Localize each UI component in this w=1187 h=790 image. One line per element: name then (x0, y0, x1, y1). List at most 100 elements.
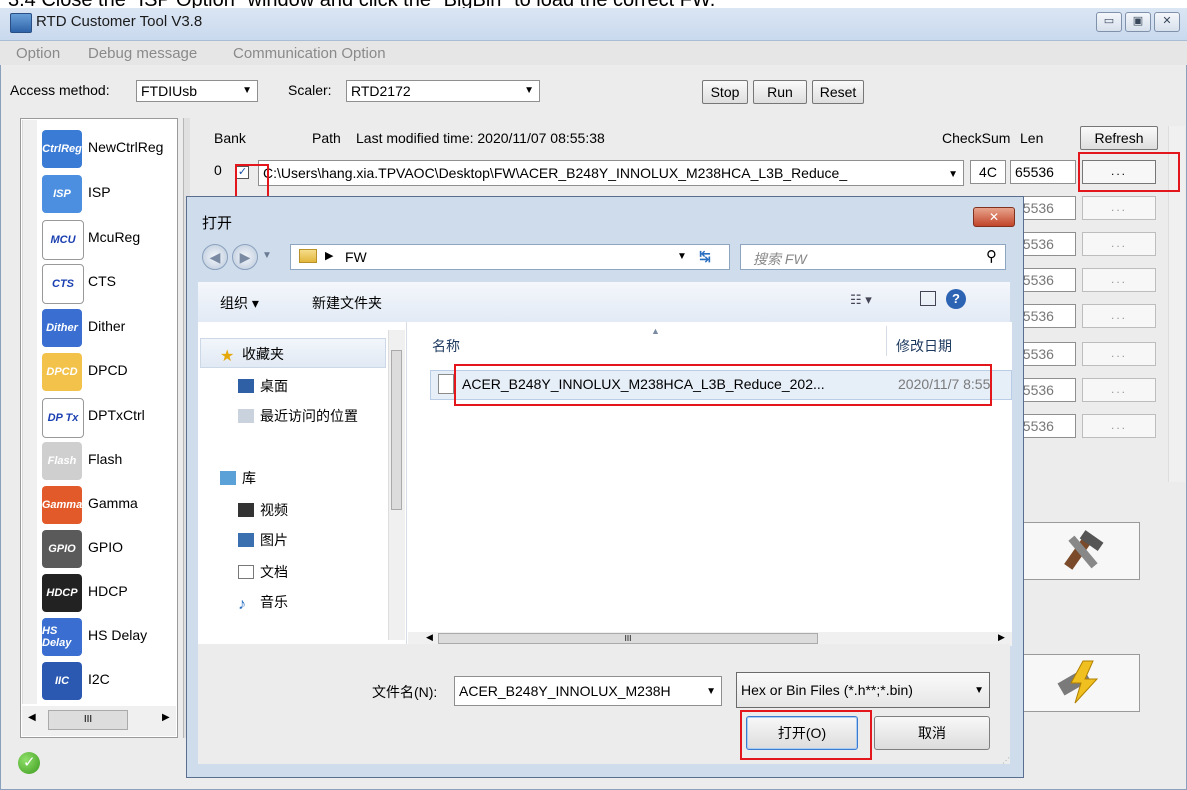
browse-button-7[interactable]: ... (1082, 414, 1156, 438)
access-method-value: FTDIUsb (141, 83, 197, 99)
nav-music[interactable]: ♪ 音乐 (238, 592, 288, 613)
menu-debug-message[interactable]: Debug message (88, 45, 197, 62)
nav-music-label: 音乐 (260, 594, 288, 610)
nav-desktop[interactable]: 桌面 (238, 376, 288, 396)
sidebar-hscrollbar[interactable]: ◀ III ▶ (22, 706, 176, 736)
ctrlreg-icon: CtrlReg (42, 130, 82, 168)
browse-button-3[interactable]: ... (1082, 268, 1156, 292)
close-button[interactable]: ✕ (1154, 12, 1180, 32)
refresh-icon[interactable]: ↹ (699, 248, 711, 265)
menu-communication-option[interactable]: Communication Option (233, 45, 386, 62)
bank-header: Bank (214, 130, 246, 146)
browse-button-4[interactable]: ... (1082, 304, 1156, 328)
scroll-left-icon[interactable]: ◀ (28, 712, 36, 723)
minimize-button[interactable]: ▭ (1096, 12, 1122, 32)
len-header: Len (1020, 130, 1044, 146)
nav-pictures-label: 图片 (260, 532, 288, 548)
bank-path-select-0[interactable]: C:\Users\hang.xia.TPVAOC\Desktop\FW\ACER… (258, 160, 964, 186)
new-folder-button[interactable]: 新建文件夹 (312, 293, 382, 313)
highlight-file (454, 364, 992, 406)
file-type-select[interactable]: Hex or Bin Files (*.h**;*.bin) ▼ (736, 672, 990, 708)
bigbin-button[interactable] (1020, 654, 1140, 712)
preview-pane-icon[interactable] (920, 291, 936, 306)
access-method-select[interactable]: FTDIUsb ▼ (136, 80, 258, 102)
isp-icon: ISP (42, 175, 82, 213)
run-button[interactable]: Run (753, 80, 807, 104)
flash-icon: Flash (42, 442, 82, 480)
nav-video[interactable]: 视频 (238, 500, 288, 520)
sidebar-item-isp[interactable]: ISP ISP (24, 171, 174, 215)
sidebar-item-i2c[interactable]: IIC I2C (24, 658, 174, 702)
browse-button-5[interactable]: ... (1082, 342, 1156, 366)
column-name[interactable]: 名称 (432, 336, 460, 356)
recent-places-icon (238, 409, 254, 423)
column-date[interactable]: 修改日期 (896, 336, 952, 356)
sidebar-item-newctrlreg[interactable]: CtrlReg NewCtrlReg (24, 126, 174, 170)
bigbin-icon (1057, 660, 1099, 704)
sidebar-item-mcureg[interactable]: MCU McuReg (24, 216, 174, 260)
browse-button-1[interactable]: ... (1082, 196, 1156, 220)
sidebar-item-cts[interactable]: CTS CTS (24, 260, 174, 304)
highlight-open (740, 710, 872, 760)
sidebar-item-hs-delay[interactable]: HS Delay HS Delay (24, 614, 174, 658)
refresh-button[interactable]: Refresh (1080, 126, 1158, 150)
isp-tool-button[interactable] (1020, 522, 1140, 580)
nav-scroll-thumb[interactable] (391, 350, 402, 510)
mcu-icon: MCU (42, 220, 84, 260)
sidebar-item-gamma[interactable]: Gamma Gamma (24, 482, 174, 526)
maximize-button[interactable]: ▣ (1125, 12, 1151, 32)
address-dropdown-icon[interactable]: ▼ (677, 251, 687, 262)
view-options-icon[interactable]: ☷ ▾ (850, 292, 872, 308)
scaler-select[interactable]: RTD2172 ▼ (346, 80, 540, 102)
organize-button[interactable]: 组织 ▾ (220, 293, 259, 313)
scroll-right-icon[interactable]: ▶ (998, 632, 1005, 643)
sidebar-item-gpio[interactable]: GPIO GPIO (24, 526, 174, 570)
sidebar-item-flash[interactable]: Flash Flash (24, 438, 174, 482)
help-icon[interactable]: ? (946, 289, 966, 309)
nav-recent[interactable]: 最近访问的位置 (238, 406, 358, 426)
nav-pictures[interactable]: 图片 (238, 530, 288, 550)
sort-indicator-icon: ▲ (651, 326, 660, 336)
reset-button[interactable]: Reset (812, 80, 864, 104)
file-scroll-thumb[interactable]: III (438, 633, 818, 644)
sidebar-item-label: CTS (88, 273, 116, 289)
dialog-title: 打开 (202, 215, 233, 232)
back-icon[interactable]: ◀ (202, 244, 228, 270)
chevron-down-icon: ▼ (524, 85, 534, 96)
chevron-down-icon: ▼ (944, 163, 958, 185)
search-input[interactable]: 搜索 FW ⚲ (740, 244, 1006, 270)
menu-option[interactable]: Option (16, 45, 60, 62)
sidebar-item-dither[interactable]: Dither Dither (24, 305, 174, 349)
scroll-thumb[interactable]: III (48, 710, 128, 730)
browse-button-6[interactable]: ... (1082, 378, 1156, 402)
scroll-left-icon[interactable]: ◀ (426, 632, 433, 643)
stop-button[interactable]: Stop (702, 80, 748, 104)
sidebar-item-dpcd[interactable]: DPCD DPCD (24, 349, 174, 393)
address-bar[interactable]: ▶ FW ▼ ↹ (290, 244, 730, 270)
scroll-right-icon[interactable]: ▶ (162, 712, 170, 723)
nav-documents[interactable]: 文档 (238, 562, 288, 582)
nav-documents-label: 文档 (260, 564, 288, 580)
browse-button-2[interactable]: ... (1082, 232, 1156, 256)
history-dropdown-icon[interactable]: ▼ (262, 250, 272, 261)
search-placeholder: 搜索 FW (753, 251, 807, 267)
breadcrumb-fw[interactable]: FW (345, 249, 367, 265)
gamma-icon: Gamma (42, 486, 82, 524)
cancel-button[interactable]: 取消 (874, 716, 990, 750)
gpio-icon: GPIO (42, 530, 82, 568)
video-icon (238, 503, 254, 517)
sidebar-item-label: Flash (88, 451, 123, 467)
dpcd-icon: DPCD (42, 353, 82, 391)
forward-icon[interactable]: ▶ (232, 244, 258, 270)
nav-favorites[interactable]: ★ 收藏夹 (220, 344, 284, 365)
sidebar-item-dptxctrl[interactable]: DP Tx DPTxCtrl (24, 394, 174, 438)
dialog-close-button[interactable]: ✕ (973, 207, 1015, 227)
search-icon[interactable]: ⚲ (986, 247, 997, 265)
sidebar-item-hdcp[interactable]: HDCP HDCP (24, 570, 174, 614)
tools-icon (1064, 530, 1104, 570)
nav-library[interactable]: 库 (220, 468, 256, 488)
nav-scrollbar[interactable] (388, 330, 405, 640)
resize-grip-icon[interactable]: ⋰ (1002, 756, 1010, 765)
filename-input[interactable]: ACER_B248Y_INNOLUX_M238H ▼ (454, 676, 722, 706)
chevron-down-icon: ▼ (974, 685, 984, 696)
